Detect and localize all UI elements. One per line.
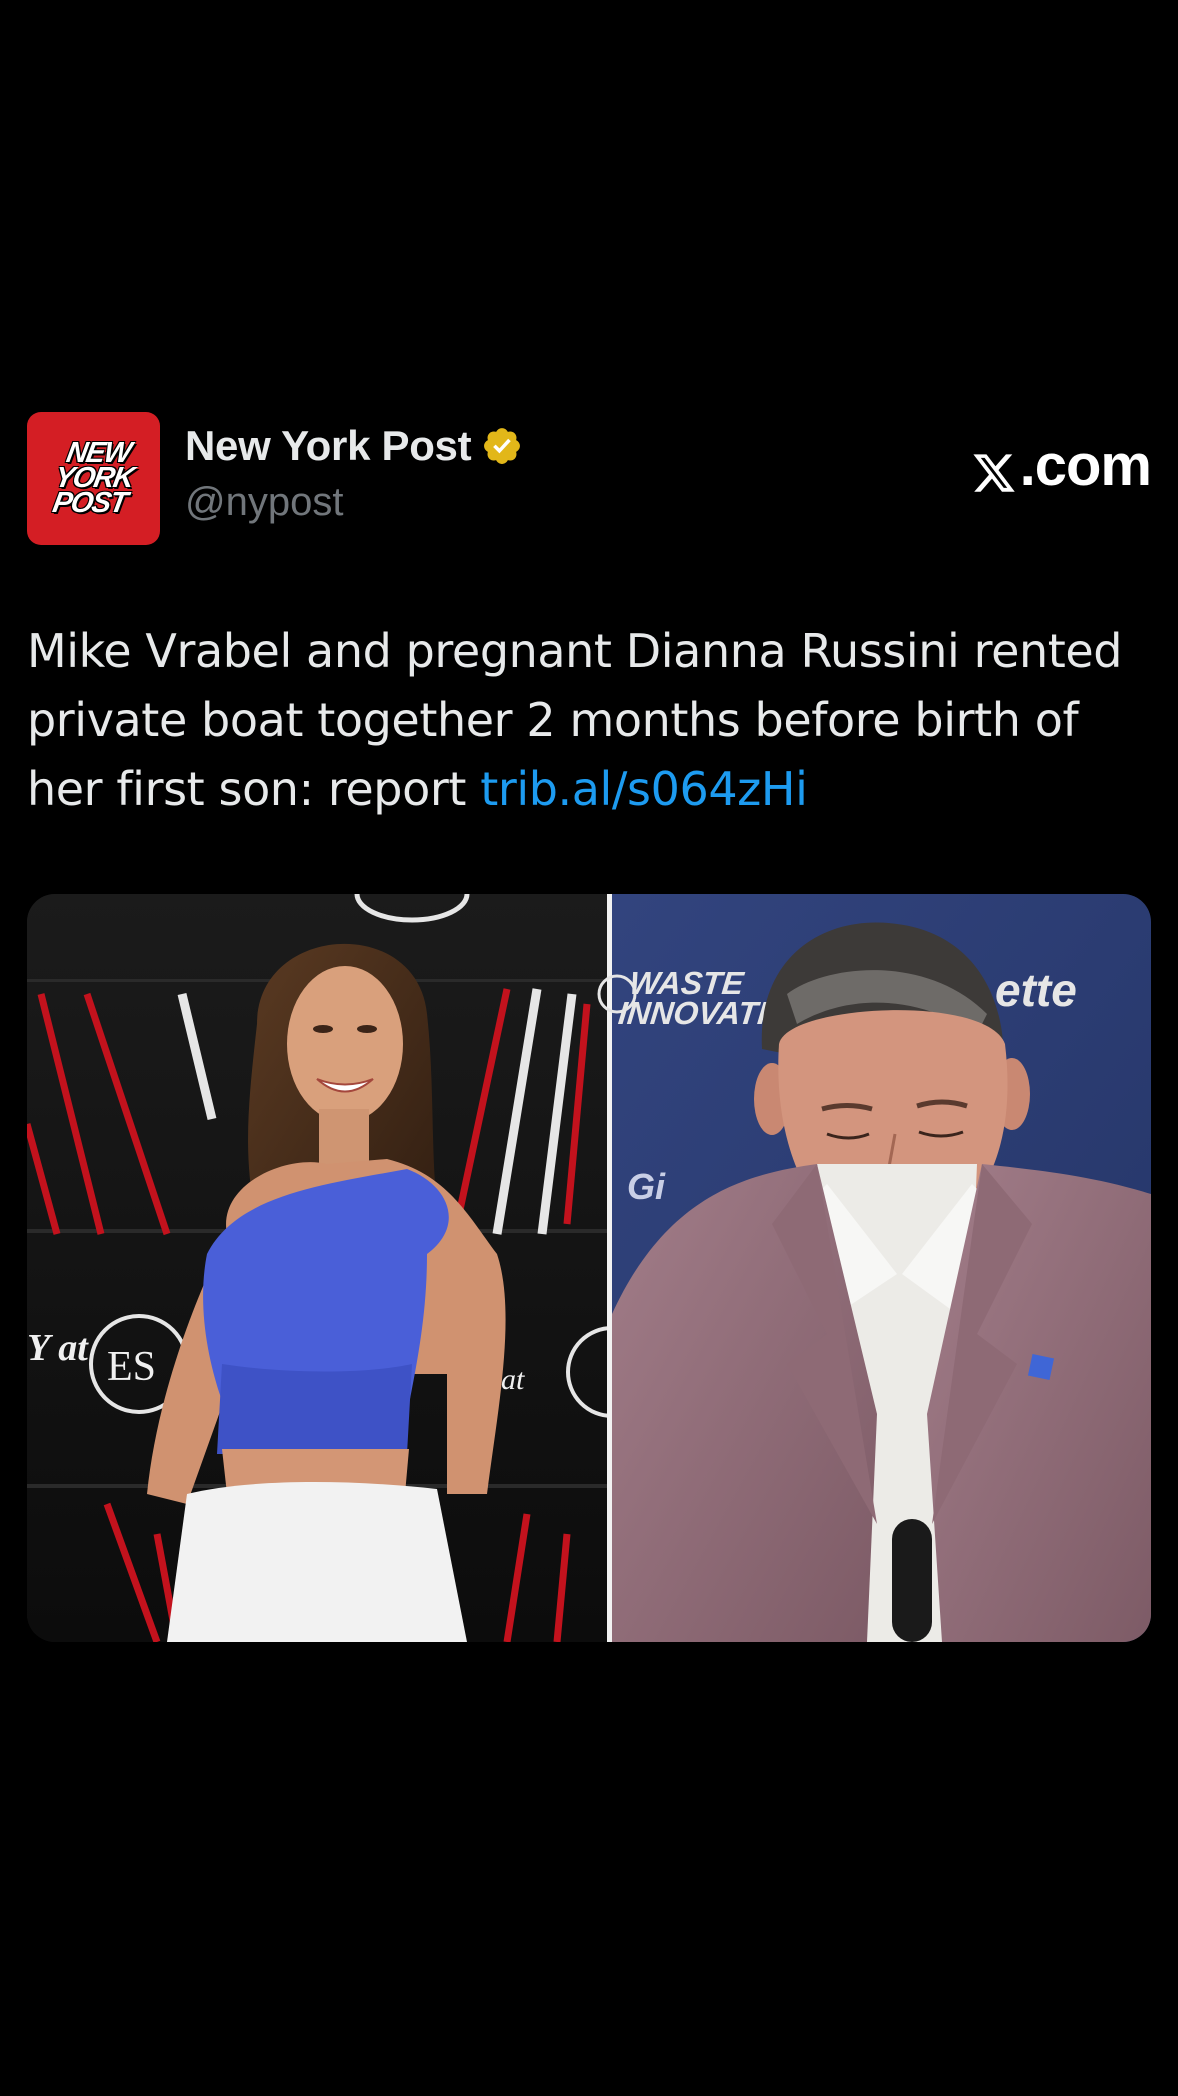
left-photo: Y at ES at bbox=[27, 894, 658, 1642]
tweet-header: NEW YORK POST New York Post @nypost .com bbox=[27, 412, 1152, 546]
x-com-suffix: .com bbox=[1019, 433, 1152, 498]
tweet-link[interactable]: trib.al/s064zHi bbox=[480, 762, 808, 816]
photo-divider bbox=[607, 894, 612, 1642]
x-com-brand: .com bbox=[970, 432, 1152, 499]
author-handle[interactable]: @nypost bbox=[185, 480, 343, 525]
tweet-media[interactable]: Y at ES at WASTE INNOVATIO ette Gi bbox=[27, 894, 1151, 1642]
backdrop-lettering-left: Y at bbox=[27, 1327, 89, 1369]
svg-text:Gi: Gi bbox=[627, 1166, 666, 1207]
author-name-row[interactable]: New York Post bbox=[185, 422, 523, 470]
new-york-post-logo: NEW YORK POST bbox=[49, 437, 136, 519]
x-logo-icon bbox=[970, 443, 1018, 492]
verified-badge-icon bbox=[481, 425, 523, 467]
svg-text:ES: ES bbox=[107, 1344, 156, 1390]
tweet-text: Mike Vrabel and pregnant Dianna Russini … bbox=[27, 617, 1155, 824]
right-photo: WASTE INNOVATIO ette Gi bbox=[597, 894, 1151, 1642]
tweet-card[interactable]: NEW YORK POST New York Post @nypost .com bbox=[0, 0, 1178, 2096]
avatar[interactable]: NEW YORK POST bbox=[27, 412, 160, 545]
svg-text:at: at bbox=[501, 1363, 525, 1396]
author-display-name[interactable]: New York Post bbox=[185, 422, 472, 470]
svg-text:ette: ette bbox=[995, 964, 1077, 1016]
